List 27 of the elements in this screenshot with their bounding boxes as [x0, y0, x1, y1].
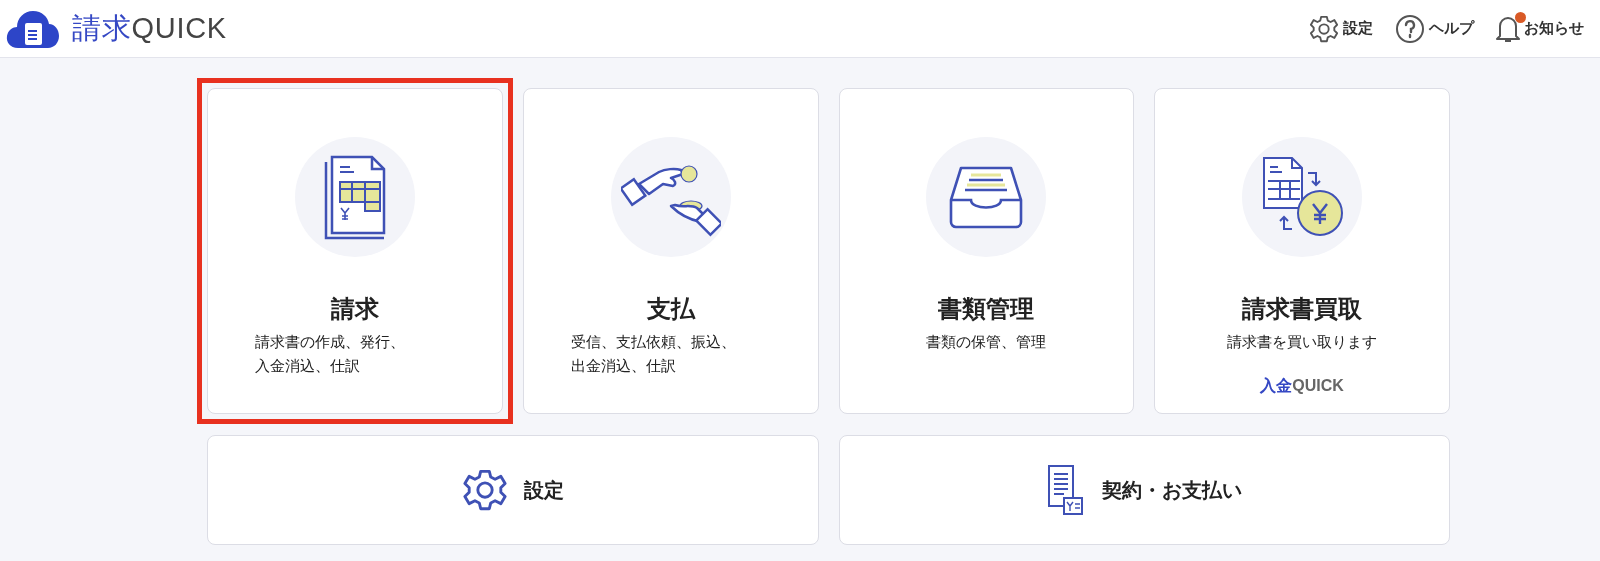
help-link[interactable]: ヘルプ [1429, 17, 1474, 40]
settings-icon [461, 467, 508, 513]
logo-text: 請求 [72, 10, 132, 46]
menu-card[interactable]: 設定 [207, 435, 819, 545]
card-description: 書類の保管、管理 [926, 333, 1047, 352]
card-title: 請求書買取 [1242, 294, 1363, 324]
logo-text: QUICK [131, 10, 227, 46]
card-description: 請求書を買い取ります [1227, 333, 1378, 352]
card-title: 書類管理 [938, 294, 1035, 324]
menu-card[interactable]: 契約・お支払い [838, 435, 1450, 545]
tray-icon [949, 165, 1024, 229]
card-title: 設定 [523, 478, 564, 503]
invoice-exchange-icon [1260, 155, 1345, 239]
settings-link[interactable]: 設定 [1343, 17, 1373, 40]
card-title: 請求 [330, 294, 379, 324]
card-description: 受信、支払依頼、振込、 [570, 333, 736, 352]
help-icon [1395, 13, 1425, 44]
card-description: 出金消込、仕訳 [570, 357, 676, 376]
card-title: 支払 [646, 294, 695, 324]
brand-text: QUICK [1292, 376, 1344, 396]
settings-icon [1309, 13, 1339, 44]
card-description: 請求書の作成、発行、 [254, 333, 405, 352]
menu-card[interactable]: 請求 請求書の作成、発行、 入金消込、仕訳 [197, 78, 513, 424]
card-title: 契約・お支払い [1102, 478, 1243, 503]
card-description: 入金消込、仕訳 [254, 357, 360, 376]
notifications-link[interactable]: お知らせ [1524, 17, 1584, 40]
brand-text: 入金 [1260, 376, 1293, 396]
